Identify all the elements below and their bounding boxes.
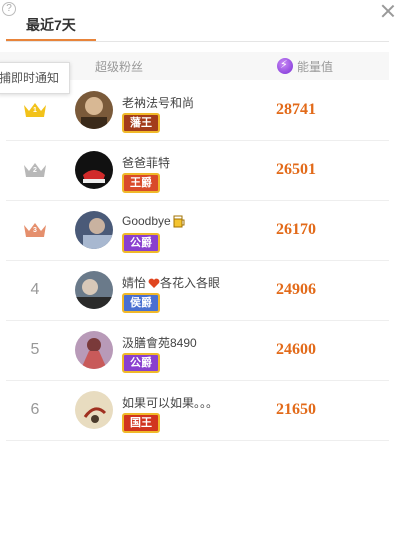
fan-name: 婧怡 各花入各眼 [122, 276, 221, 290]
heart-icon [148, 278, 160, 289]
close-icon[interactable] [381, 4, 395, 18]
rank-badge: 藩王 [122, 113, 160, 133]
energy-value: 24906 [276, 281, 316, 298]
column-header-energy: 能量值 [297, 60, 334, 74]
bronze-crown-icon: 3 [22, 221, 48, 239]
fan-name: Goodbye [122, 214, 185, 228]
rank-badge: 公爵 [122, 233, 160, 253]
energy-value: 26170 [276, 221, 316, 238]
rank-badge: 王爵 [122, 173, 160, 193]
table-row[interactable]: 3 Goodbye 公爵 26170 [6, 201, 389, 261]
table-row[interactable]: 1 老衲法号和尚 藩王 28741 [6, 81, 389, 141]
fan-name: 爸爸菲特 [122, 156, 171, 170]
rank-cell: 5 [6, 321, 64, 379]
tab-divider [6, 41, 389, 42]
energy-value: 21650 [276, 401, 316, 418]
table-row[interactable]: 2 爸爸菲特 王爵 26501 [6, 141, 389, 201]
rank-cell: 4 [6, 261, 64, 319]
avatar[interactable] [75, 211, 113, 249]
energy-value: 24600 [276, 341, 316, 358]
rank-badge: 侯爵 [122, 293, 160, 313]
avatar[interactable] [75, 151, 113, 189]
gold-crown-icon: 1 [22, 101, 48, 119]
energy-value: 28741 [276, 101, 316, 118]
fan-name: 老衲法号和尚 [122, 96, 195, 110]
energy-icon [277, 58, 293, 74]
rank-number: 4 [30, 281, 40, 298]
avatar[interactable] [75, 391, 113, 429]
silver-crown-icon: 2 [22, 161, 48, 179]
help-icon[interactable]: ? [2, 2, 16, 16]
table-row[interactable]: 5 汲膳會苑8490 公爵 24600 [6, 321, 389, 381]
table-row[interactable]: 6 如果可以如果。。。 国王 21650 [6, 381, 389, 441]
fan-name: 汲膳會苑8490 [122, 336, 197, 350]
rank-cell: 6 [6, 381, 64, 439]
avatar[interactable] [75, 91, 113, 129]
rank-cell: 3 [6, 201, 64, 259]
rank-number: 6 [30, 401, 40, 418]
avatar[interactable] [75, 271, 113, 309]
table-row[interactable]: 4 婧怡 各花入各眼 侯爵 24906 [6, 261, 389, 321]
rank-number: 5 [30, 341, 40, 358]
rank-badge: 公爵 [122, 353, 160, 373]
rank-badge: 国王 [122, 413, 160, 433]
avatar[interactable] [75, 331, 113, 369]
rank-cell: 2 [6, 141, 64, 199]
energy-value: 26501 [276, 161, 316, 178]
beer-icon [173, 215, 185, 228]
fan-name: 如果可以如果。。。 [122, 396, 219, 410]
rank-cell: 1 [6, 81, 64, 139]
column-header-fans: 超级粉丝 [95, 60, 144, 74]
